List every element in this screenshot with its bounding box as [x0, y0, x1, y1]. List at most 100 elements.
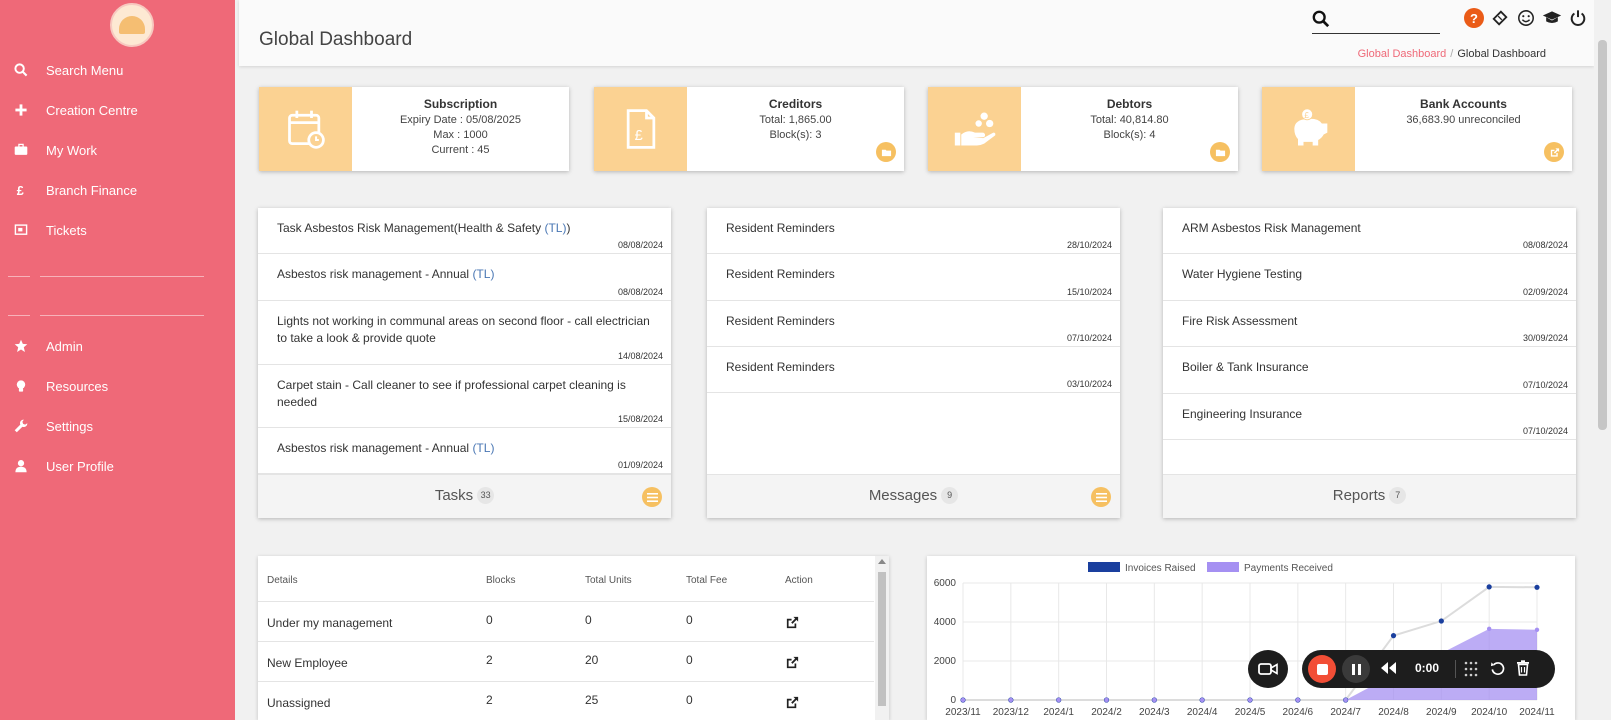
stat-card-subscription[interactable]: Subscription Expiry Date : 05/08/2025 Max …	[259, 87, 569, 171]
item-text: Lights not working in communal areas on …	[277, 314, 650, 345]
stop-icon	[1316, 663, 1328, 675]
table-row: New Employee 2 20 0	[258, 641, 874, 681]
item-text: Carpet stain - Call cleaner to see if pr…	[277, 378, 626, 409]
item-tag: (TL)	[472, 441, 495, 455]
sidebar-divider	[40, 276, 204, 277]
item-date: 07/10/2024	[1522, 380, 1568, 390]
external-link-icon[interactable]	[785, 615, 800, 633]
list-item[interactable]: Task Asbestos Risk Management(Health & S…	[258, 208, 671, 254]
smiley-icon[interactable]	[1516, 8, 1536, 28]
graduation-cap-icon[interactable]	[1542, 8, 1562, 28]
list-item[interactable]: Lights not working in communal areas on …	[258, 301, 671, 365]
page-title: Global Dashboard	[259, 29, 413, 50]
y-tick-label: 4000	[934, 617, 957, 628]
stat-card-debtors[interactable]: Debtors Total: 40,814.80 Block(s): 4	[928, 87, 1238, 171]
power-icon[interactable]	[1568, 8, 1588, 28]
sidebar-item-resources[interactable]: Resources	[0, 369, 235, 403]
list-item[interactable]: Resident Reminders 15/10/2024	[707, 254, 1120, 301]
table-row: Unassigned 2 25 0	[258, 681, 874, 720]
page-scrollbar[interactable]	[1594, 0, 1611, 720]
sidebar-item-tickets[interactable]: Tickets	[0, 213, 235, 247]
svg-text:£: £	[634, 128, 642, 144]
reports-footer[interactable]: Reports 7	[1163, 474, 1576, 518]
item-tag: (TL)	[544, 221, 567, 235]
stat-title: Bank Accounts	[1420, 97, 1507, 111]
company-logo[interactable]	[110, 3, 154, 47]
search-icon	[1312, 10, 1330, 28]
tasks-title: Tasks	[434, 487, 474, 504]
sidebar-item-search-menu[interactable]: Search Menu	[0, 53, 235, 87]
x-tick-label: 2023/12	[993, 707, 1030, 718]
camera-button[interactable]	[1248, 650, 1288, 688]
item-date: 08/08/2024	[617, 287, 663, 297]
sidebar-item-label: Tickets	[46, 222, 87, 238]
user-icon	[13, 459, 29, 473]
table-cell-blocks: 2	[486, 693, 493, 707]
sidebar-item-user-profile[interactable]: User Profile	[0, 449, 235, 483]
sidebar-item-creation-centre[interactable]: Creation Centre	[0, 93, 235, 127]
star-icon	[13, 339, 29, 353]
restart-icon[interactable]	[1490, 661, 1505, 681]
stop-button[interactable]	[1308, 655, 1336, 683]
tickets-icon[interactable]	[1490, 8, 1510, 28]
help-button[interactable]: ?	[1464, 8, 1484, 28]
x-tick-label: 2024/11	[1519, 707, 1555, 718]
stat-card-bank-accounts[interactable]: £ Bank Accounts 36,683.90 unreconciled	[1262, 87, 1572, 171]
grip-icon[interactable]	[1464, 661, 1478, 682]
table-cell-units: 20	[585, 653, 599, 667]
list-item[interactable]: Resident Reminders 07/10/2024	[707, 301, 1120, 347]
data-point-invoices-raised	[1534, 584, 1540, 590]
search-icon	[13, 63, 29, 77]
list-item[interactable]: Boiler & Tank Insurance 07/10/2024	[1163, 347, 1576, 394]
list-icon[interactable]	[642, 487, 662, 507]
list-item[interactable]: Asbestos risk management - Annual (TL) 08…	[258, 254, 671, 301]
table-cell-fee: 0	[686, 653, 693, 667]
sidebar-item-admin[interactable]: Admin	[0, 329, 235, 363]
breadcrumb-link[interactable]: Global Dashboard	[1358, 48, 1447, 60]
list-item[interactable]: ARM Asbestos Risk Management 08/08/2024	[1163, 208, 1576, 254]
item-date: 28/10/2024	[1066, 240, 1112, 250]
item-date: 03/10/2024	[1066, 379, 1112, 389]
table-cell-details: New Employee	[267, 656, 348, 670]
trash-icon[interactable]	[1516, 660, 1530, 681]
x-tick-label: 2024/10	[1471, 707, 1508, 718]
table-scrollbar[interactable]	[875, 556, 889, 720]
x-tick-label: 2023/11	[945, 707, 981, 718]
item-date: 08/08/2024	[1522, 240, 1568, 250]
list-item[interactable]: Engineering Insurance 07/10/2024	[1163, 394, 1576, 440]
svg-text:£: £	[1304, 111, 1309, 120]
list-item[interactable]: Asbestos risk management - Annual (TL) 01…	[258, 428, 671, 474]
list-icon[interactable]	[1091, 487, 1111, 507]
list-item[interactable]: Carpet stain - Call cleaner to see if pr…	[258, 365, 671, 428]
messages-footer[interactable]: Messages 9	[707, 474, 1120, 518]
list-item[interactable]: Fire Risk Assessment 30/09/2024	[1163, 301, 1576, 347]
list-item[interactable]: Water Hygiene Testing 02/09/2024	[1163, 254, 1576, 301]
sidebar-item-settings[interactable]: Settings	[0, 409, 235, 443]
data-point-invoices-raised	[1438, 618, 1444, 624]
item-date: 14/08/2024	[617, 351, 663, 361]
item-date: 07/10/2024	[1522, 426, 1568, 436]
item-text: Fire Risk Assessment	[1182, 314, 1298, 328]
search-box[interactable]	[1312, 6, 1440, 34]
rewind-icon[interactable]	[1380, 661, 1397, 680]
external-link-icon[interactable]	[785, 655, 800, 673]
x-tick-label: 2024/1	[1043, 707, 1074, 718]
stat-line: Expiry Date : 05/08/2025	[399, 114, 522, 126]
external-link-icon[interactable]	[785, 695, 800, 713]
list-item[interactable]: Resident Reminders 28/10/2024	[707, 208, 1120, 254]
tasks-footer[interactable]: Tasks 33	[258, 474, 671, 518]
stat-card-creditors[interactable]: £ Creditors Total: 1,865.00 Block(s): 3	[594, 87, 904, 171]
messages-title: Messages	[868, 487, 938, 504]
list-item[interactable]: Resident Reminders 03/10/2024	[707, 347, 1120, 393]
sidebar-item-branch-finance[interactable]: £ Branch Finance	[0, 173, 235, 207]
item-text: Asbestos risk management - Annual	[277, 441, 473, 455]
breadcrumb-current: Global Dashboard	[1457, 48, 1546, 60]
external-link-icon[interactable]	[1544, 142, 1564, 162]
stat-line: 36,683.90 unreconciled	[1406, 114, 1521, 126]
x-tick-label: 2024/5	[1235, 707, 1266, 718]
folder-icon[interactable]	[1210, 142, 1230, 162]
y-tick-label: 2000	[934, 656, 957, 667]
pause-button[interactable]	[1342, 655, 1370, 683]
folder-icon[interactable]	[876, 142, 896, 162]
sidebar-item-my-work[interactable]: My Work	[0, 133, 235, 167]
